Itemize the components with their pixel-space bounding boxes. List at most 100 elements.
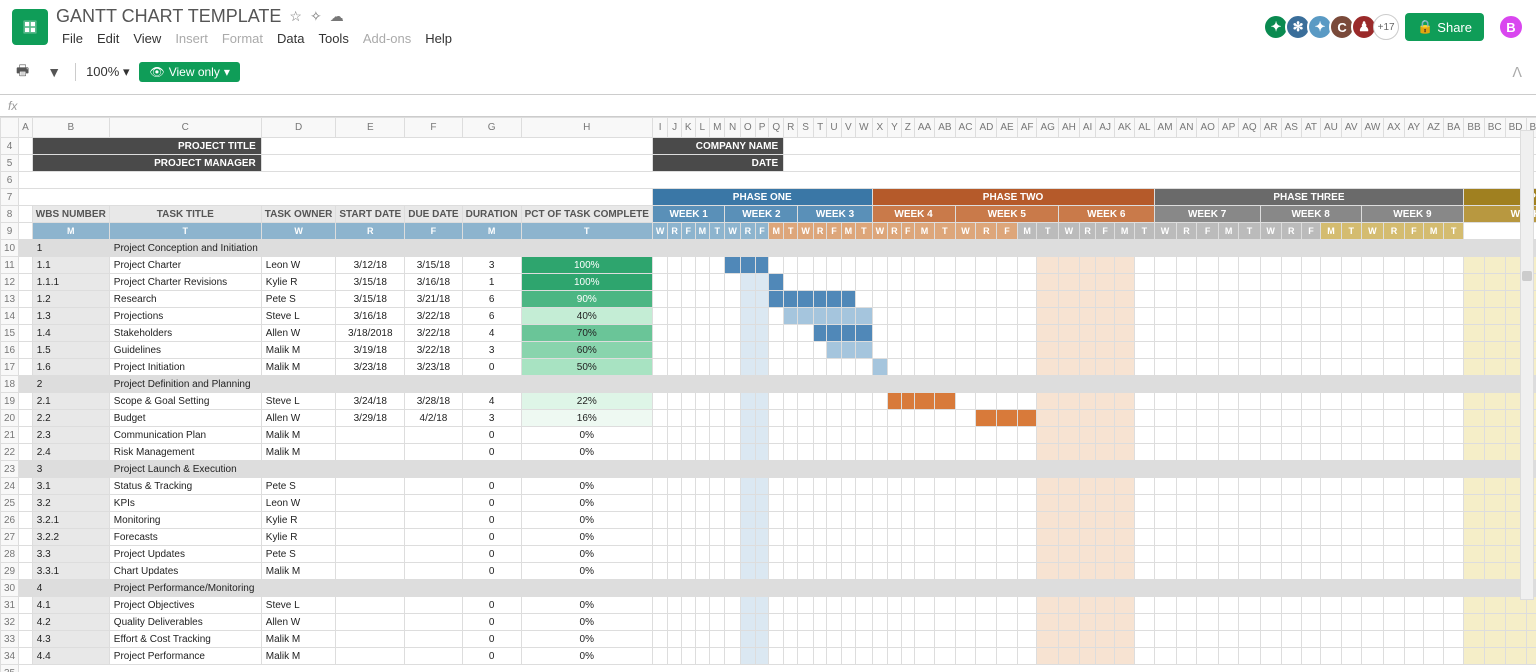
gantt-cell[interactable] xyxy=(1079,512,1095,529)
gantt-cell[interactable] xyxy=(1404,478,1424,495)
gantt-cell[interactable] xyxy=(668,274,682,291)
start-cell[interactable] xyxy=(336,427,405,444)
gantt-cell[interactable] xyxy=(1281,274,1301,291)
gantt-cell[interactable] xyxy=(1239,580,1260,597)
gantt-cell[interactable] xyxy=(1444,614,1464,631)
gantt-cell[interactable] xyxy=(872,444,888,461)
gantt-cell[interactable] xyxy=(1321,240,1342,257)
gantt-cell[interactable] xyxy=(955,359,976,376)
gantt-cell[interactable] xyxy=(1176,648,1197,665)
row-header-19[interactable]: 19 xyxy=(1,393,19,410)
gantt-cell[interactable] xyxy=(856,410,872,427)
dur-cell[interactable]: 0 xyxy=(462,648,521,665)
gantt-cell[interactable] xyxy=(1484,325,1505,342)
gantt-cell[interactable] xyxy=(827,308,841,325)
gantt-cell[interactable] xyxy=(1135,240,1154,257)
gantt-cell[interactable] xyxy=(872,427,888,444)
gantt-cell[interactable] xyxy=(888,393,902,410)
gantt-cell[interactable] xyxy=(1135,478,1154,495)
gantt-cell[interactable] xyxy=(841,461,856,478)
gantt-cell[interactable] xyxy=(668,308,682,325)
gantt-cell[interactable] xyxy=(1301,427,1320,444)
gantt-cell[interactable] xyxy=(1037,410,1058,427)
gantt-cell[interactable] xyxy=(1424,529,1444,546)
gantt-cell[interactable] xyxy=(1404,546,1424,563)
gantt-cell[interactable] xyxy=(1135,376,1154,393)
gantt-cell[interactable] xyxy=(1361,325,1384,342)
pct-cell[interactable]: 50% xyxy=(521,359,652,376)
gantt-cell[interactable] xyxy=(872,546,888,563)
gantt-cell[interactable] xyxy=(1464,427,1484,444)
gantt-cell[interactable] xyxy=(813,444,827,461)
gantt-cell[interactable] xyxy=(769,495,784,512)
gantt-cell[interactable] xyxy=(681,308,695,325)
gantt-cell[interactable] xyxy=(784,444,798,461)
gantt-cell[interactable] xyxy=(1239,308,1260,325)
gantt-cell[interactable] xyxy=(914,274,934,291)
zoom-select[interactable]: 100% ▾ xyxy=(86,64,129,80)
gantt-cell[interactable] xyxy=(1079,546,1095,563)
gantt-cell[interactable] xyxy=(1301,342,1320,359)
gantt-cell[interactable] xyxy=(914,648,934,665)
wbs-cell[interactable]: 3.3 xyxy=(32,546,109,563)
gantt-cell[interactable] xyxy=(1384,274,1404,291)
gantt-cell[interactable] xyxy=(1114,580,1134,597)
date-value[interactable] xyxy=(784,155,1536,172)
row-header-20[interactable]: 20 xyxy=(1,410,19,427)
gantt-cell[interactable] xyxy=(755,427,769,444)
gantt-cell[interactable] xyxy=(1384,631,1404,648)
col-header-AE[interactable]: AE xyxy=(997,118,1017,138)
gantt-cell[interactable] xyxy=(856,427,872,444)
gantt-cell[interactable] xyxy=(668,580,682,597)
row-header-6[interactable]: 6 xyxy=(1,172,19,189)
gantt-cell[interactable] xyxy=(935,325,955,342)
gantt-cell[interactable] xyxy=(1505,648,1526,665)
gantt-cell[interactable] xyxy=(827,461,841,478)
row-header-8[interactable]: 8 xyxy=(1,206,19,223)
gantt-cell[interactable] xyxy=(1424,240,1444,257)
gantt-cell[interactable] xyxy=(1444,631,1464,648)
gantt-cell[interactable] xyxy=(1096,529,1115,546)
gantt-cell[interactable] xyxy=(755,257,769,274)
gantt-cell[interactable] xyxy=(1384,342,1404,359)
gantt-cell[interactable] xyxy=(1239,648,1260,665)
gantt-cell[interactable] xyxy=(1079,444,1095,461)
gantt-cell[interactable] xyxy=(1218,291,1238,308)
gantt-cell[interactable] xyxy=(1197,308,1218,325)
gantt-cell[interactable] xyxy=(668,597,682,614)
gantt-cell[interactable] xyxy=(841,597,856,614)
gantt-cell[interactable] xyxy=(872,291,888,308)
gantt-cell[interactable] xyxy=(1281,461,1301,478)
pct-cell[interactable]: 60% xyxy=(521,342,652,359)
start-cell[interactable]: 3/19/18 xyxy=(336,342,405,359)
gantt-cell[interactable] xyxy=(1260,359,1281,376)
start-cell[interactable] xyxy=(336,546,405,563)
gantt-cell[interactable] xyxy=(681,512,695,529)
gantt-cell[interactable] xyxy=(1361,257,1384,274)
gantt-cell[interactable] xyxy=(784,393,798,410)
gantt-cell[interactable] xyxy=(856,393,872,410)
gantt-cell[interactable] xyxy=(1058,529,1079,546)
gantt-cell[interactable] xyxy=(798,563,814,580)
gantt-cell[interactable] xyxy=(798,240,814,257)
gantt-cell[interactable] xyxy=(798,291,814,308)
task-title-cell[interactable]: Project Definition and Planning xyxy=(109,376,261,393)
gantt-cell[interactable] xyxy=(740,461,755,478)
pct-cell[interactable]: 90% xyxy=(521,291,652,308)
gantt-cell[interactable] xyxy=(1484,512,1505,529)
gantt-cell[interactable] xyxy=(784,580,798,597)
gantt-cell[interactable] xyxy=(668,529,682,546)
gantt-cell[interactable] xyxy=(997,342,1017,359)
wbs-cell[interactable]: 1.5 xyxy=(32,342,109,359)
gantt-cell[interactable] xyxy=(1037,240,1058,257)
due-cell[interactable]: 3/22/18 xyxy=(405,342,462,359)
gantt-cell[interactable] xyxy=(668,495,682,512)
gantt-cell[interactable] xyxy=(1424,291,1444,308)
gantt-cell[interactable] xyxy=(997,308,1017,325)
gantt-cell[interactable] xyxy=(725,495,741,512)
start-cell[interactable]: 3/15/18 xyxy=(336,291,405,308)
gantt-cell[interactable] xyxy=(1197,461,1218,478)
start-cell[interactable] xyxy=(336,512,405,529)
gantt-cell[interactable] xyxy=(914,342,934,359)
gantt-cell[interactable] xyxy=(681,410,695,427)
